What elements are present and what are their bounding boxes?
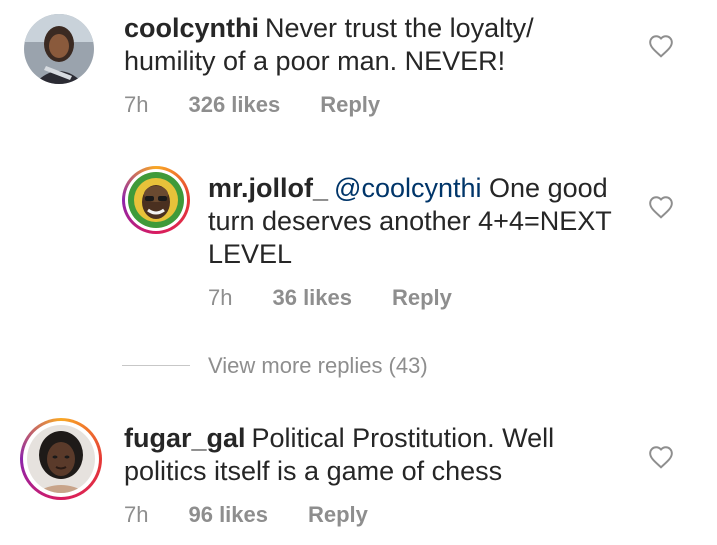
comment-meta: 7h 326 likes Reply: [124, 92, 380, 118]
comment-timestamp: 7h: [124, 502, 149, 527]
comment-body-line2: humility of a poor man. NEVER!: [124, 46, 506, 76]
comment-body-line3: LEVEL: [208, 239, 293, 269]
mention-link[interactable]: @coolcynthi: [334, 173, 481, 203]
comment-timestamp: 7h: [124, 92, 149, 117]
comment-body-line2: politics itself is a game of chess: [124, 456, 503, 486]
comment-username[interactable]: mr.jollof_: [208, 173, 328, 203]
comment-body-line2: turn deserves another 4+4=NEXT: [208, 206, 612, 236]
likes-count[interactable]: 96 likes: [188, 502, 268, 528]
likes-count[interactable]: 326 likes: [188, 92, 280, 118]
comment-body: Never trust the loyalty/: [265, 13, 534, 43]
replies-divider: [122, 365, 190, 366]
reply-button[interactable]: Reply: [392, 285, 452, 311]
comment-body: Political Prostitution. Well: [251, 423, 555, 453]
likes-count[interactable]: 36 likes: [272, 285, 352, 311]
heart-icon[interactable]: [648, 195, 674, 219]
comment-text: fugar_gal Political Prostitution. Well po…: [124, 422, 624, 488]
user-photo-avatar-icon: [27, 425, 95, 493]
heart-icon[interactable]: [648, 34, 674, 58]
comment-text: mr.jollof_ @coolcynthi One good turn dese…: [208, 172, 628, 271]
user-photo-avatar-icon: [24, 14, 94, 84]
avatar: [27, 425, 95, 493]
reply-button[interactable]: Reply: [308, 502, 368, 528]
cartoon-face-avatar-icon: [128, 172, 184, 228]
avatar: [128, 172, 184, 228]
story-ring[interactable]: [122, 166, 190, 234]
comment-meta: 7h 36 likes Reply: [208, 285, 452, 311]
reply-button[interactable]: Reply: [320, 92, 380, 118]
view-more-replies-button[interactable]: View more replies (43): [208, 353, 428, 379]
avatar[interactable]: [24, 14, 94, 84]
heart-icon[interactable]: [648, 445, 674, 469]
comment-username[interactable]: fugar_gal: [124, 423, 246, 453]
comment-username[interactable]: coolcynthi: [124, 13, 259, 43]
comment-meta: 7h 96 likes Reply: [124, 502, 368, 528]
comment-text: coolcynthi Never trust the loyalty/ humil…: [124, 12, 604, 78]
story-ring[interactable]: [20, 418, 102, 500]
comment-body: One good: [489, 173, 608, 203]
comment-timestamp: 7h: [208, 285, 233, 310]
